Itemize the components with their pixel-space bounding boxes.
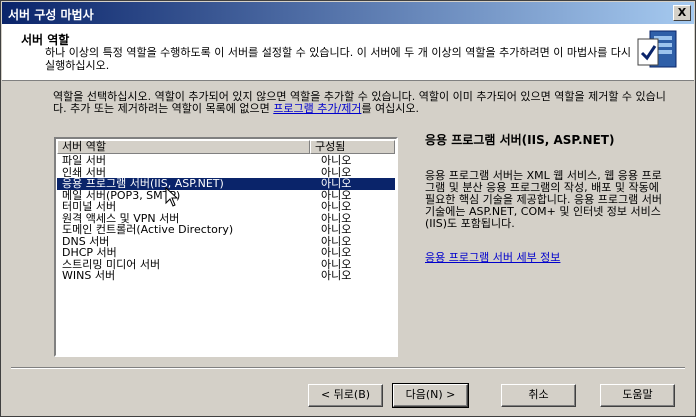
role-detail-panel: 응용 프로그램 서버(IIS, ASP.NET) 응용 프로그램 서버는 XML… [425,131,665,264]
column-header-role[interactable]: 서버 역할 [57,140,310,154]
role-name: 스트리밍 미디어 서버 [62,258,161,270]
list-item[interactable]: 터미널 서버 아니오 [57,201,395,213]
role-details-link[interactable]: 응용 프로그램 서버 세부 정보 [425,249,560,265]
add-remove-programs-link[interactable]: 프로그램 추가/제거 [273,102,361,115]
role-configured: 아니오 [321,200,352,213]
role-name: 메일 서버(POP3, SMTP) [62,189,181,201]
back-button[interactable]: < 뒤로(B) [308,384,383,407]
server-roles-list[interactable]: 서버 역할 구성됨 파일 서버 아니오 인쇄 서버 아니오 응용 프로그램 서버(I… [54,137,398,357]
column-header-configured[interactable]: 구성됨 [310,140,395,154]
role-name: 도메인 컨트롤러(Active Directory) [62,224,234,236]
role-configured: 아니오 [321,177,352,190]
role-configured: 아니오 [321,269,352,282]
wizard-header: 서버 역할 하나 이상의 특정 역할을 수행하도록 이 서버를 설정할 수 있습… [2,24,694,81]
role-configured: 아니오 [321,223,352,236]
role-configured: 아니오 [321,154,352,167]
role-name: 파일 서버 [62,155,106,167]
role-configured: 아니오 [321,246,352,259]
close-button[interactable]: X [673,5,691,21]
instructions-text-end: 를 여십시오. [361,102,420,115]
list-rows: 파일 서버 아니오 인쇄 서버 아니오 응용 프로그램 서버(IIS, ASP.NE… [57,155,395,282]
list-item[interactable]: 도메인 컨트롤러(Active Directory) 아니오 [57,224,395,236]
wizard-window: 서버 구성 마법사 X 서버 역할 하나 이상의 특정 역할을 수행하도록 이 … [0,0,696,417]
window-title: 서버 구성 마법사 [8,8,94,22]
role-detail-description: 응용 프로그램 서버는 XML 웹 서비스, 웹 응용 프로그램 및 분산 응용… [425,169,662,230]
help-button[interactable]: 도움말 [600,384,675,407]
role-name: DNS 서버 [62,235,110,247]
list-item[interactable]: DHCP 서버 아니오 [57,247,395,259]
role-name: WINS 서버 [62,270,116,282]
next-button[interactable]: 다음(N) > [392,383,469,408]
cancel-button[interactable]: 취소 [501,384,576,407]
role-name: DHCP 서버 [62,247,117,259]
list-header: 서버 역할 구성됨 [57,140,395,154]
title-bar: 서버 구성 마법사 X [2,2,694,24]
list-item[interactable]: 파일 서버 아니오 [57,155,395,167]
server-wizard-icon [637,30,677,68]
role-name: 인쇄 서버 [62,166,106,178]
footer-divider [11,367,685,369]
instructions: 역할을 선택하십시오. 역할이 추가되어 있지 않으면 역할을 추가할 수 있습… [53,91,673,115]
role-detail-title: 응용 프로그램 서버(IIS, ASP.NET) [425,133,615,147]
mouse-pointer-icon [165,187,179,207]
list-item-selected[interactable]: 응용 프로그램 서버(IIS, ASP.NET) 아니오 [57,178,395,190]
list-item[interactable]: WINS 서버 아니오 [57,270,395,282]
role-name: 원격 액세스 및 VPN 서버 [62,212,180,224]
page-description: 하나 이상의 특정 역할을 수행하도록 이 서버를 설정할 수 있습니다. 이 … [45,46,632,72]
role-name: 터미널 서버 [62,201,117,213]
role-name: 응용 프로그램 서버(IIS, ASP.NET) [62,178,224,190]
